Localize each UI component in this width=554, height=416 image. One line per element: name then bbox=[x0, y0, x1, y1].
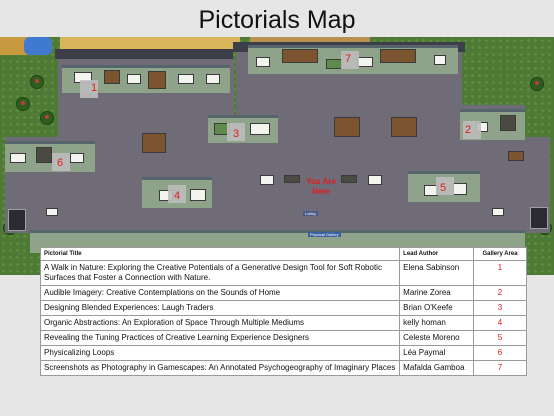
pictorial-title: Screenshots as Photography in Gamescapes… bbox=[39, 360, 401, 376]
artwork-frame[interactable] bbox=[492, 208, 504, 216]
area-number-2: 2 bbox=[465, 124, 472, 136]
entrance-label: Physical Gallery bbox=[308, 232, 341, 237]
pictorial-title: Revealing the Tuning Practices of Creati… bbox=[39, 330, 401, 346]
door-icon bbox=[148, 71, 166, 89]
pictorial-title: Designing Blended Experiences: Laugh Tra… bbox=[39, 300, 401, 316]
pictorials-table: Pictorial Title Lead Author Gallery Area… bbox=[39, 247, 527, 376]
table-row: Revealing the Tuning Practices of Creati… bbox=[39, 330, 527, 346]
gallery-area: 4 bbox=[473, 315, 527, 331]
artwork-frame[interactable] bbox=[206, 74, 220, 84]
lead-author: Mafalda Gamboa bbox=[399, 360, 475, 376]
artwork-frame[interactable] bbox=[178, 74, 194, 84]
artwork-frame[interactable] bbox=[368, 175, 382, 185]
artwork-frame[interactable] bbox=[508, 151, 524, 161]
table-row: Screenshots as Photography in Gamescapes… bbox=[39, 360, 527, 376]
artwork-frame[interactable] bbox=[453, 183, 467, 195]
artwork-frame[interactable] bbox=[260, 175, 274, 185]
lead-author: Celeste Moreno bbox=[399, 330, 475, 346]
area-number-7: 7 bbox=[345, 53, 352, 65]
door-icon bbox=[8, 209, 26, 231]
artwork-frame[interactable] bbox=[391, 117, 417, 137]
area-number-1: 1 bbox=[91, 82, 98, 94]
pictorial-title: Physicalizing Loops bbox=[39, 345, 401, 361]
artwork-frame[interactable] bbox=[142, 133, 166, 153]
lobby-label: Lobby bbox=[303, 211, 318, 216]
artwork-frame[interactable] bbox=[10, 153, 26, 163]
area-number-5: 5 bbox=[440, 182, 447, 194]
gallery-area: 6 bbox=[473, 345, 527, 361]
table-row: Designing Blended Experiences: Laugh Tra… bbox=[39, 300, 527, 316]
area-number-4: 4 bbox=[174, 190, 181, 202]
artwork-frame[interactable] bbox=[357, 57, 373, 67]
artwork-frame[interactable] bbox=[380, 49, 416, 63]
artwork-frame[interactable] bbox=[256, 57, 270, 67]
artwork-frame[interactable] bbox=[334, 117, 360, 137]
table-row: Physicalizing Loops Léa Paymal 6 bbox=[39, 345, 527, 361]
artwork-frame[interactable] bbox=[326, 59, 342, 69]
artwork-frame[interactable] bbox=[341, 175, 357, 183]
artwork-frame[interactable] bbox=[282, 49, 318, 63]
page-title: Pictorials Map bbox=[198, 6, 356, 34]
table-row: Organic Abstractions: An Exploration of … bbox=[39, 315, 527, 331]
table-row: A Walk in Nature: Exploring the Creative… bbox=[39, 260, 527, 286]
tree-icon bbox=[16, 97, 30, 111]
window-icon bbox=[500, 115, 516, 131]
sand-path bbox=[60, 37, 240, 49]
artwork-frame[interactable] bbox=[434, 55, 446, 65]
pond bbox=[24, 37, 52, 55]
door-icon bbox=[530, 207, 548, 229]
artwork-frame[interactable] bbox=[70, 153, 84, 163]
artwork-frame[interactable] bbox=[127, 74, 141, 84]
area-number-3: 3 bbox=[233, 128, 240, 140]
you-are-here-label: You Are Here bbox=[306, 177, 336, 196]
window-icon bbox=[36, 147, 52, 163]
tree-icon bbox=[530, 77, 544, 91]
pictorial-title: A Walk in Nature: Exploring the Creative… bbox=[39, 260, 401, 286]
gallery-area: 2 bbox=[473, 285, 527, 301]
column-header-author: Lead Author bbox=[399, 247, 475, 261]
lead-author: Léa Paymal bbox=[399, 345, 475, 361]
lead-author: Marine Zorea bbox=[399, 285, 475, 301]
gallery-area: 5 bbox=[473, 330, 527, 346]
gallery-area: 3 bbox=[473, 300, 527, 316]
outer-wall bbox=[55, 49, 233, 59]
gallery-area: 7 bbox=[473, 360, 527, 376]
artwork-frame[interactable] bbox=[104, 70, 120, 84]
artwork-frame[interactable] bbox=[46, 208, 58, 216]
column-header-title: Pictorial Title bbox=[39, 247, 401, 261]
table-row: Audible Imagery: Creative Contemplations… bbox=[39, 285, 527, 301]
artwork-frame[interactable] bbox=[284, 175, 300, 183]
lead-author: kelly homan bbox=[399, 315, 475, 331]
lead-author: Elena Sabinson bbox=[399, 260, 475, 286]
column-header-area: Gallery Area bbox=[473, 247, 527, 261]
lead-author: Brian O'Keefe bbox=[399, 300, 475, 316]
artwork-frame[interactable] bbox=[250, 123, 270, 135]
pictorial-title: Audible Imagery: Creative Contemplations… bbox=[39, 285, 401, 301]
gallery-map: 1 2 3 4 5 6 7 You Are Here Lobby Physica… bbox=[0, 37, 554, 275]
artwork-frame[interactable] bbox=[190, 189, 206, 201]
tree-icon bbox=[40, 111, 54, 125]
pictorial-title: Organic Abstractions: An Exploration of … bbox=[39, 315, 401, 331]
gallery-area: 1 bbox=[473, 260, 527, 286]
table-header-row: Pictorial Title Lead Author Gallery Area bbox=[39, 247, 527, 261]
area-number-6: 6 bbox=[57, 157, 64, 169]
tree-icon bbox=[30, 75, 44, 89]
